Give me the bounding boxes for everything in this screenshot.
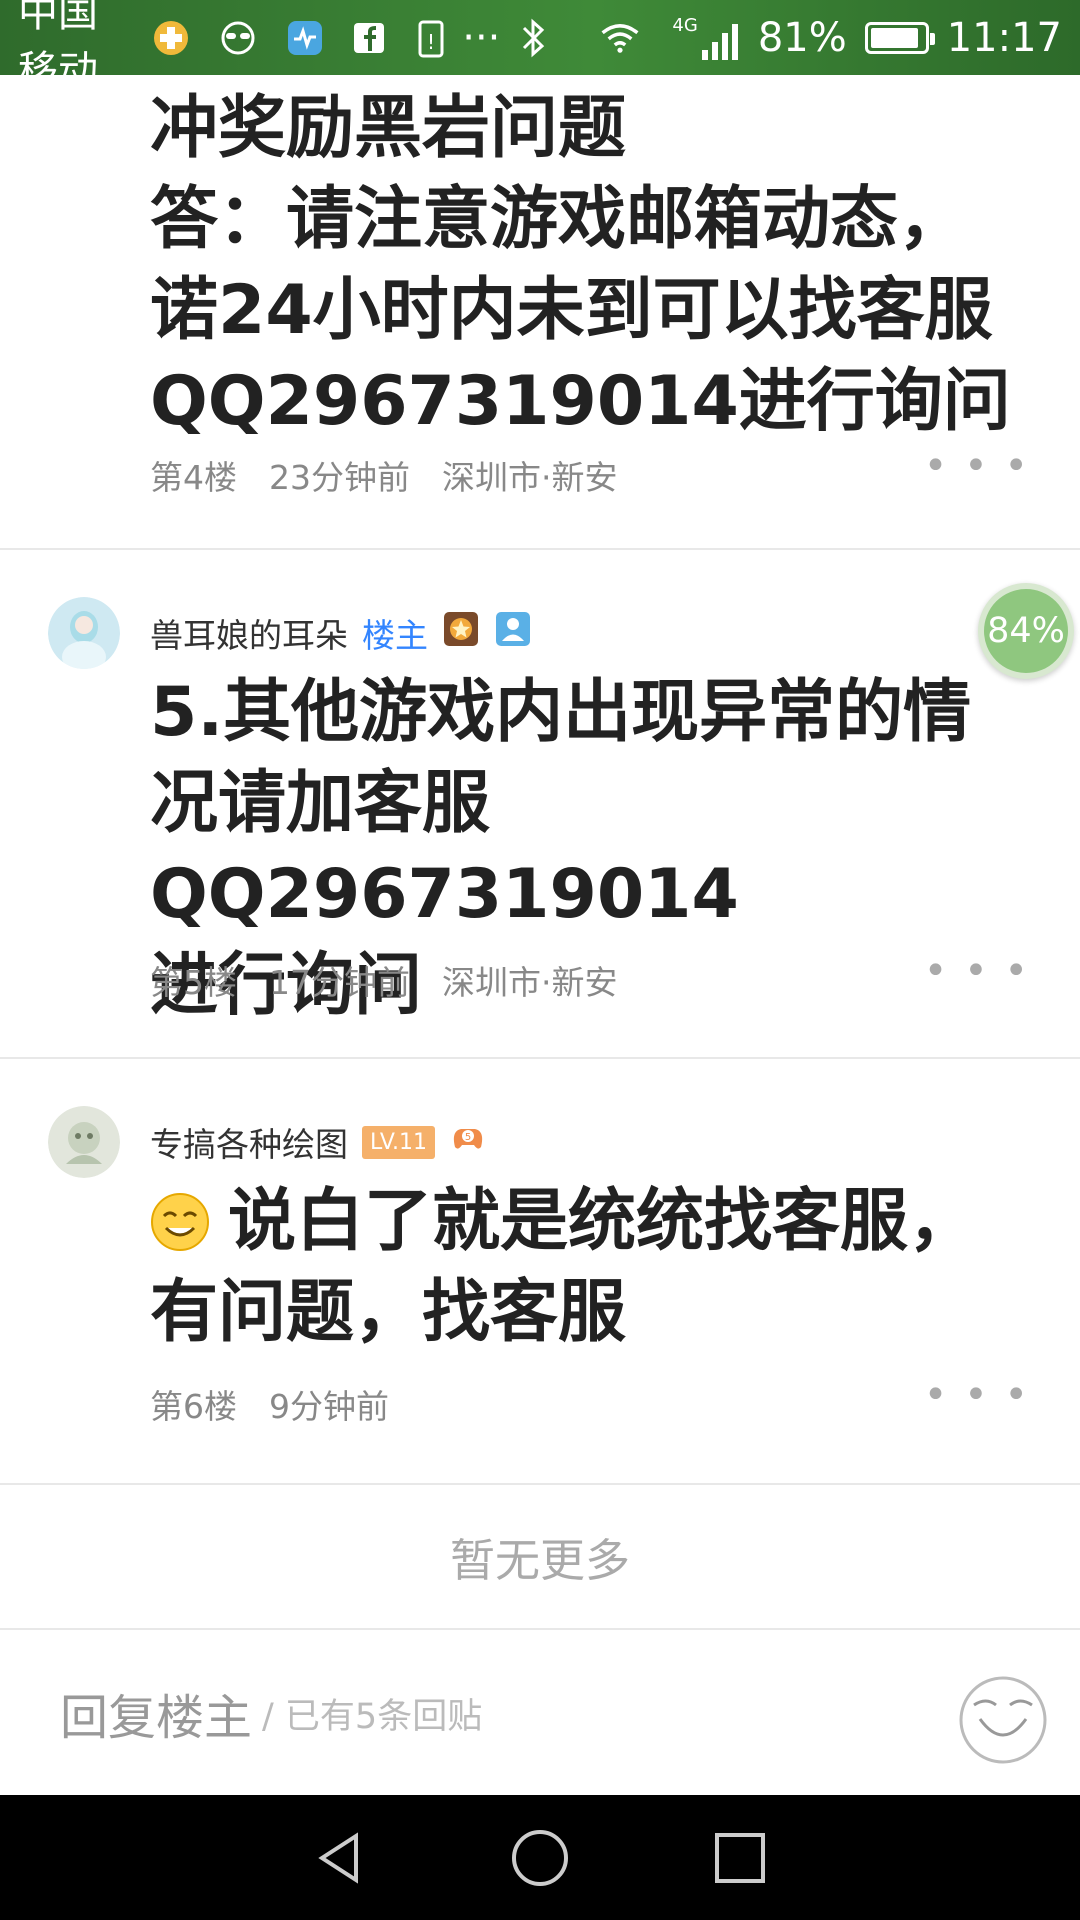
post-text-line: 况请加客服QQ2967319014 bbox=[150, 764, 739, 934]
network-type-label: 4G bbox=[672, 15, 698, 36]
reply-count: / 已有5条回贴 bbox=[262, 1696, 483, 1737]
post-floor-6: 专搞各种绘图 LV.11 5 说白了就是统统找客服， 有问题，找客服 第6楼 9… bbox=[0, 1060, 1080, 1485]
post-time: 17分钟前 bbox=[269, 963, 410, 1002]
bluetooth-icon bbox=[514, 18, 554, 58]
wifi-icon bbox=[600, 18, 640, 58]
emoji-button[interactable] bbox=[956, 1673, 1050, 1767]
post-location: 深圳市·新安 bbox=[442, 458, 618, 497]
floor-number: 第4楼 bbox=[150, 458, 237, 497]
floor-number: 第5楼 bbox=[150, 963, 237, 1002]
username-row: 兽耳娘的耳朵 楼主 bbox=[150, 609, 532, 657]
clock: 11:17 bbox=[946, 14, 1062, 61]
username[interactable]: 兽耳娘的耳朵 bbox=[150, 609, 348, 657]
avatar[interactable] bbox=[48, 1106, 120, 1178]
svg-text:!: ! bbox=[427, 30, 435, 54]
post-text-segment: 说白了就是统统找客服， bbox=[228, 1182, 977, 1261]
more-options-icon[interactable]: • • • bbox=[924, 443, 1030, 489]
reply-bar[interactable]: 回复楼主 / 已有5条回贴 bbox=[0, 1631, 1080, 1795]
post-text-line: 诺24小时内未到可以找客服 bbox=[150, 271, 993, 350]
floor-number: 第6楼 bbox=[150, 1387, 237, 1426]
post-floor-4: 冲奖励黑岩问题 答：请注意游戏邮箱动态， 诺24小时内未到可以找客服 QQ296… bbox=[0, 75, 1080, 550]
status-bar: 中国移动 ! ··· 4G 81% 11:17 bbox=[0, 0, 1080, 94]
navigation-bar bbox=[0, 1795, 1080, 1920]
post-text-line: QQ2967319014进行询问 bbox=[150, 362, 1011, 441]
svg-text:5: 5 bbox=[465, 1132, 471, 1143]
glasses-icon bbox=[218, 18, 258, 58]
recents-icon[interactable] bbox=[708, 1826, 772, 1890]
more-options-icon[interactable]: • • • bbox=[924, 1372, 1030, 1418]
facebook-icon bbox=[352, 18, 386, 58]
post-text[interactable]: 说白了就是统统找客服， 有问题，找客服 bbox=[150, 1176, 1030, 1358]
post-time: 9分钟前 bbox=[269, 1387, 389, 1426]
post-floor-5: 兽耳娘的耳朵 楼主 5.其他游戏内出现异常的情 况请加客服QQ296731901… bbox=[0, 551, 1080, 1059]
battery-warning-icon: ! bbox=[414, 18, 448, 58]
post-text-line: 5.其他游戏内出现异常的情 bbox=[150, 673, 972, 752]
post-text-line: 冲奖励黑岩问题 bbox=[150, 89, 627, 168]
signal-icon: 4G bbox=[672, 15, 739, 60]
more-options-icon[interactable]: • • • bbox=[924, 948, 1030, 994]
post-meta: 第5楼 17分钟前 深圳市·新安 bbox=[150, 956, 618, 1004]
username[interactable]: 专搞各种绘图 bbox=[150, 1118, 348, 1166]
username-row: 专搞各种绘图 LV.11 5 bbox=[150, 1118, 487, 1166]
reply-input[interactable]: 回复楼主 bbox=[60, 1678, 252, 1748]
battery-icon bbox=[864, 21, 935, 54]
back-icon[interactable] bbox=[308, 1826, 372, 1890]
verified-user-icon bbox=[494, 610, 532, 656]
medal-icon bbox=[442, 610, 480, 656]
health-app-icon bbox=[152, 18, 190, 58]
post-text-line: 答：请注意游戏邮箱动态， bbox=[150, 180, 967, 259]
post-location: 深圳市·新安 bbox=[442, 963, 618, 1002]
post-meta: 第4楼 23分钟前 深圳市·新安 bbox=[150, 451, 618, 499]
heart-app-icon bbox=[286, 18, 324, 58]
level-badge: LV.11 bbox=[362, 1125, 436, 1159]
post-text-line: 有问题，找客服 bbox=[150, 1273, 627, 1352]
gamepad-icon: 5 bbox=[449, 1121, 487, 1163]
battery-percent: 81% bbox=[757, 14, 847, 61]
no-more-label: 暂无更多 bbox=[0, 1485, 1080, 1630]
post-text-line: 说白了就是统统找客服， bbox=[150, 1176, 1030, 1267]
thread-owner-badge: 楼主 bbox=[362, 616, 428, 655]
smile-emoji-icon bbox=[150, 1192, 210, 1252]
post-time: 23分钟前 bbox=[269, 458, 410, 497]
more-notifications-icon: ··· bbox=[462, 14, 501, 61]
avatar[interactable] bbox=[48, 597, 120, 669]
post-meta: 第6楼 9分钟前 bbox=[150, 1380, 389, 1428]
post-text[interactable]: 冲奖励黑岩问题 答：请注意游戏邮箱动态， 诺24小时内未到可以找客服 QQ296… bbox=[150, 83, 1030, 447]
home-icon[interactable] bbox=[508, 1826, 572, 1890]
